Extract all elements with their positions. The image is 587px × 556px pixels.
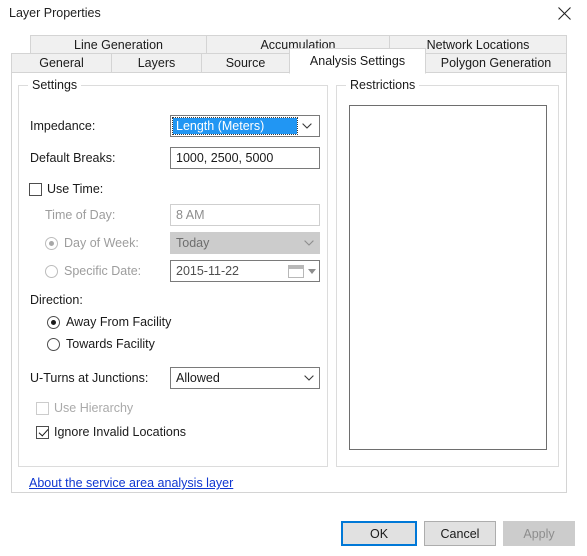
- layer-properties-dialog: Layer Properties Line Generation Accumul…: [0, 0, 587, 556]
- restrictions-group-title: Restrictions: [346, 78, 420, 92]
- ok-button-label: OK: [369, 526, 389, 541]
- direction-option-towards[interactable]: Towards Facility: [47, 337, 155, 351]
- window-title: Layer Properties: [9, 6, 101, 20]
- u-turns-value: Allowed: [176, 371, 220, 385]
- restrictions-list[interactable]: [349, 105, 547, 450]
- radio-circle: [45, 236, 58, 250]
- specific-date-radio[interactable]: Specific Date:: [45, 264, 141, 278]
- tab-layers[interactable]: Layers: [111, 53, 202, 73]
- cancel-button-label: Cancel: [440, 526, 480, 541]
- apply-button: Apply: [503, 521, 575, 546]
- settings-group-title: Settings: [28, 78, 82, 92]
- tab-label: Analysis Settings: [309, 54, 406, 68]
- impedance-combo[interactable]: Length (Meters): [170, 115, 320, 137]
- title-bar: Layer Properties: [0, 0, 587, 27]
- direction-option-label: Towards Facility: [66, 337, 155, 351]
- u-turns-label: U-Turns at Junctions:: [30, 371, 149, 385]
- dialog-button-bar: OK Cancel Apply: [0, 497, 587, 556]
- radio-circle: [47, 337, 60, 351]
- apply-button-label: Apply: [523, 526, 555, 541]
- tab-source[interactable]: Source: [201, 53, 290, 73]
- restrictions-group: Restrictions: [336, 78, 559, 467]
- impedance-label: Impedance:: [30, 119, 96, 133]
- day-of-week-radio[interactable]: Day of Week:: [45, 236, 139, 250]
- use-time-label: Use Time:: [47, 182, 104, 196]
- use-hierarchy-label: Use Hierarchy: [54, 401, 134, 415]
- specific-date-value: 2015-11-22: [176, 264, 240, 278]
- day-of-week-combo[interactable]: Today: [170, 232, 320, 254]
- day-of-week-value: Today: [176, 236, 210, 250]
- chevron-down-icon[interactable]: [299, 375, 319, 381]
- tab-label: Line Generation: [74, 37, 163, 52]
- tab-polygon-generation[interactable]: Polygon Generation: [425, 53, 567, 73]
- impedance-value: Length (Meters): [176, 119, 265, 133]
- day-of-week-label: Day of Week:: [64, 236, 139, 250]
- tab-general[interactable]: General: [11, 53, 112, 73]
- specific-date-input[interactable]: 2015-11-22: [170, 260, 320, 282]
- tab-line-generation[interactable]: Line Generation: [30, 35, 207, 54]
- chevron-down-icon[interactable]: [305, 268, 319, 274]
- close-icon[interactable]: [542, 0, 587, 27]
- tab-analysis-settings[interactable]: Analysis Settings: [289, 48, 426, 74]
- u-turns-combo[interactable]: Allowed: [170, 367, 320, 389]
- time-of-day-label: Time of Day:: [45, 208, 116, 222]
- about-service-area-link[interactable]: About the service area analysis layer: [29, 476, 233, 490]
- radio-circle: [47, 315, 60, 329]
- direction-option-away[interactable]: Away From Facility: [47, 315, 171, 329]
- tab-label: General: [39, 56, 84, 70]
- default-breaks-label: Default Breaks:: [30, 151, 116, 165]
- settings-group: Settings Impedance: Length (Meters) Defa…: [18, 78, 328, 467]
- checkbox-box: [36, 425, 49, 439]
- tab-strip: Line Generation Accumulation Network Loc…: [11, 35, 567, 74]
- chevron-down-icon[interactable]: [299, 240, 319, 246]
- analysis-settings-panel: Settings Impedance: Length (Meters) Defa…: [11, 72, 567, 493]
- direction-label: Direction:: [30, 293, 83, 307]
- tab-label: Network Locations: [426, 37, 530, 52]
- time-of-day-input[interactable]: 8 AM: [170, 204, 320, 226]
- tab-label: Polygon Generation: [440, 56, 552, 70]
- chevron-down-icon[interactable]: [297, 123, 317, 129]
- cancel-button[interactable]: Cancel: [424, 521, 496, 546]
- use-hierarchy-checkbox[interactable]: Use Hierarchy: [36, 401, 133, 415]
- default-breaks-input[interactable]: 1000, 2500, 5000: [170, 147, 320, 169]
- use-time-checkbox[interactable]: Use Time:: [29, 182, 103, 196]
- tab-label: Source: [225, 56, 266, 70]
- checkbox-box: [29, 182, 42, 196]
- tab-label: Layers: [137, 56, 176, 70]
- direction-option-label: Away From Facility: [66, 315, 172, 329]
- ignore-invalid-locations-label: Ignore Invalid Locations: [54, 425, 187, 439]
- checkbox-box: [36, 401, 49, 415]
- impedance-selection: Length (Meters): [172, 117, 298, 135]
- radio-circle: [45, 264, 58, 278]
- specific-date-label: Specific Date:: [64, 264, 142, 278]
- ignore-invalid-locations-checkbox[interactable]: Ignore Invalid Locations: [36, 425, 186, 439]
- ok-button[interactable]: OK: [341, 521, 417, 546]
- calendar-icon[interactable]: [288, 264, 304, 278]
